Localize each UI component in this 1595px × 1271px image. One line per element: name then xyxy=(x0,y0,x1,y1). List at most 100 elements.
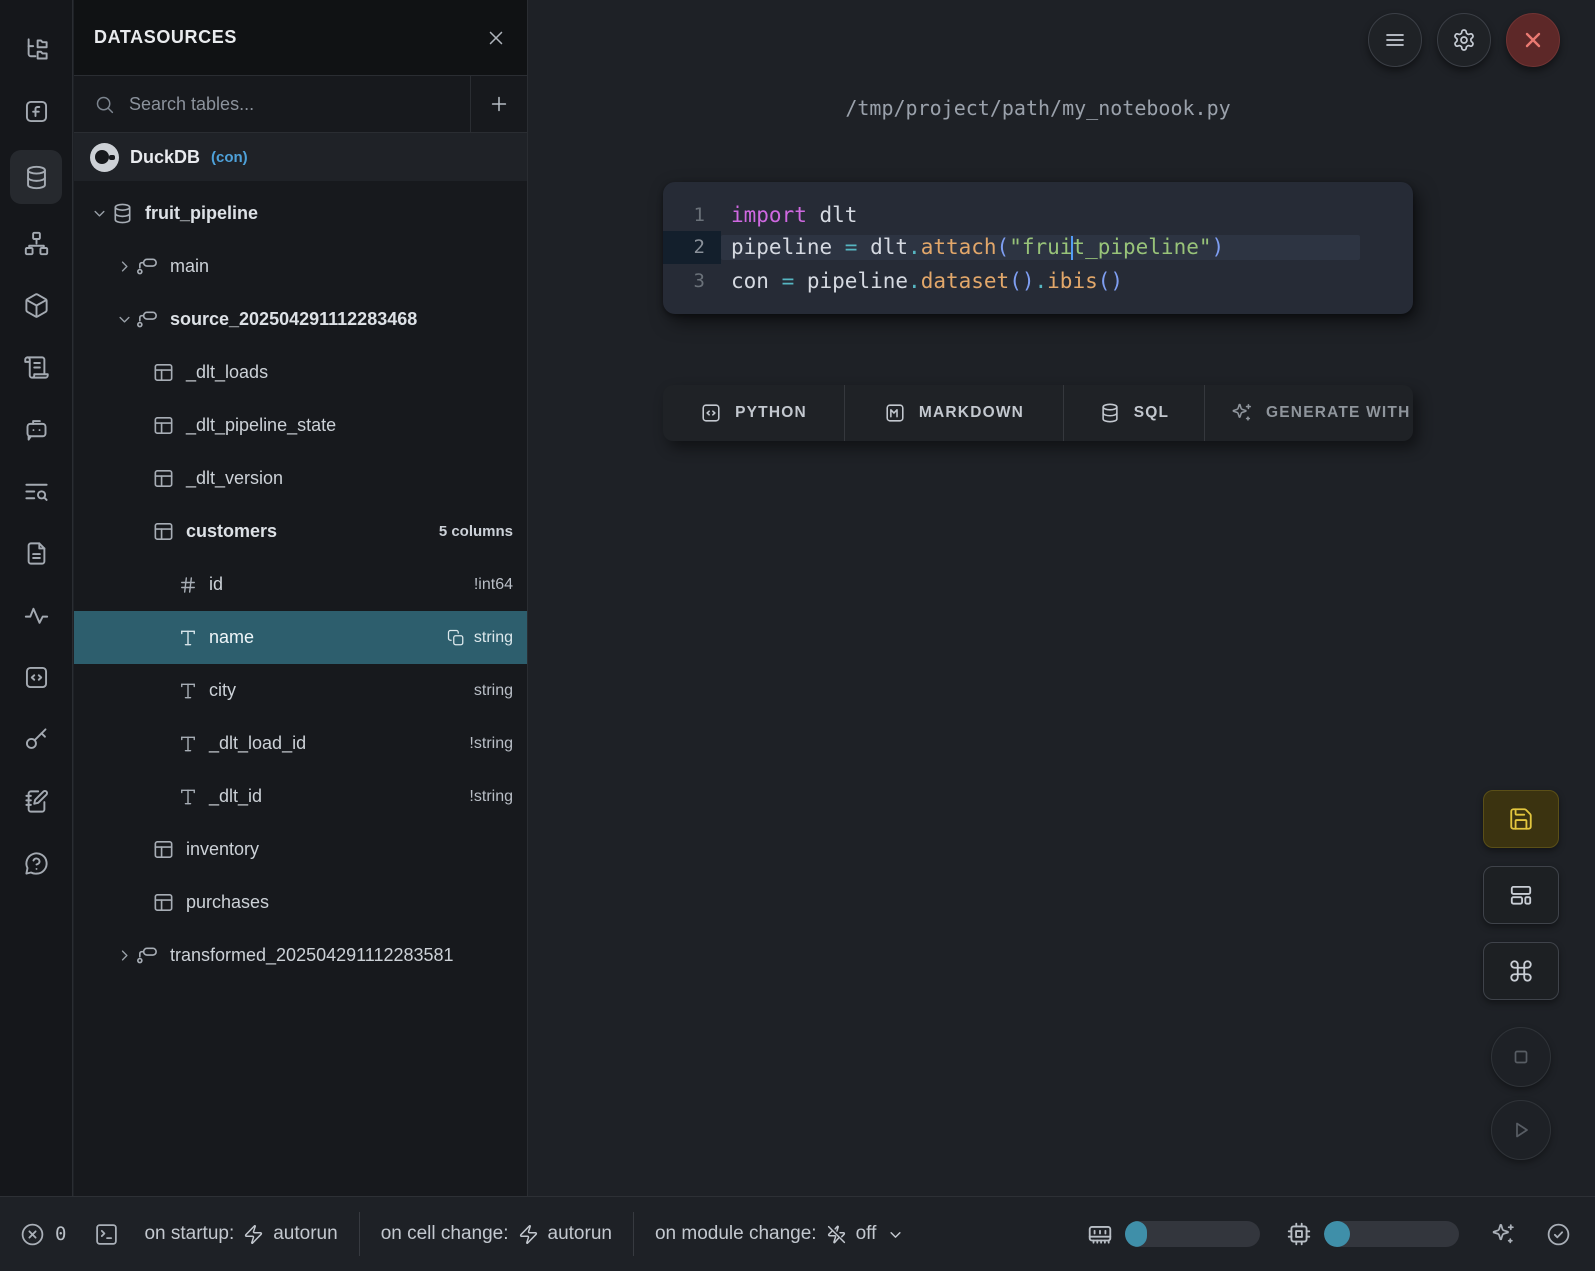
errors-indicator[interactable]: 0 xyxy=(20,1222,66,1247)
activity-item-function[interactable] xyxy=(10,88,62,134)
code-text[interactable]: pipeline = dlt.attach("fruit_pipeline") xyxy=(721,235,1360,260)
chevron-down-icon[interactable] xyxy=(112,310,136,329)
connection-status-button[interactable] xyxy=(1546,1222,1571,1247)
activity-item-network[interactable] xyxy=(10,220,62,266)
add-python-cell-label: PYTHON xyxy=(735,404,807,422)
chevron-right-icon[interactable] xyxy=(112,257,136,276)
activity-item-notebook-pen[interactable] xyxy=(10,778,62,824)
tree-row-_dlt_id[interactable]: _dlt_id !string xyxy=(74,770,527,823)
activity-item-file-tree[interactable] xyxy=(10,26,62,72)
connection-row[interactable]: DuckDB (con) xyxy=(74,133,527,181)
tree-meta: 5 columns xyxy=(439,523,527,540)
code-token: ibis xyxy=(1047,269,1098,293)
save-icon xyxy=(1508,806,1534,832)
activity-item-bot[interactable] xyxy=(10,406,62,452)
type-icon xyxy=(178,734,198,754)
tree-row-id[interactable]: id!int64 xyxy=(74,558,527,611)
tree-row-_dlt_load_id[interactable]: _dlt_load_id!string xyxy=(74,717,527,770)
tree-label: _dlt_loads xyxy=(186,362,268,383)
ai-assistant-button[interactable] xyxy=(1491,1222,1516,1247)
code-line-2[interactable]: 2pipeline = dlt.attach("fruit_pipeline") xyxy=(663,231,1413,264)
code-text[interactable]: con = pipeline.dataset().ibis() xyxy=(721,269,1360,293)
activity-item-activity[interactable] xyxy=(10,592,62,638)
on-startup-setting[interactable]: on startup:autorun xyxy=(144,1223,337,1245)
layout-button[interactable] xyxy=(1483,866,1559,924)
tree-row-source_202504291112283468[interactable]: source_202504291112283468 xyxy=(74,293,527,346)
tree-meta: string xyxy=(474,682,527,700)
on-module-change-setting[interactable]: on module change:off xyxy=(655,1223,906,1245)
code-line-1[interactable]: 1import dlt xyxy=(663,198,1413,231)
code-line-3[interactable]: 3con = pipeline.dataset().ibis() xyxy=(663,264,1413,297)
activity-item-box[interactable] xyxy=(10,282,62,328)
tree-row-_dlt_version[interactable]: _dlt_version xyxy=(74,452,527,505)
menu-icon xyxy=(1383,28,1407,52)
code-token: con xyxy=(731,269,782,293)
add-sql-cell-button[interactable]: SQL xyxy=(1063,385,1204,441)
settings-button[interactable] xyxy=(1437,13,1491,67)
copy-icon xyxy=(447,629,465,647)
tree-row-_dlt_loads[interactable]: _dlt_loads xyxy=(74,346,527,399)
menu-button[interactable] xyxy=(1368,13,1422,67)
schema-icon xyxy=(136,944,159,967)
file-tree-icon xyxy=(23,36,50,63)
code-token: . xyxy=(908,269,921,293)
search-input[interactable] xyxy=(129,94,470,115)
tree-meta: string xyxy=(447,629,527,647)
chevron-down-icon[interactable] xyxy=(87,204,111,223)
bot-icon xyxy=(23,416,50,443)
stop-button[interactable] xyxy=(1491,1027,1551,1087)
add-python-cell-button[interactable]: PYTHON xyxy=(663,385,844,441)
ram-usage xyxy=(1087,1221,1260,1247)
activity-item-file-text[interactable] xyxy=(10,530,62,576)
activity-item-log-search[interactable] xyxy=(10,468,62,514)
generate-with-ai-label: GENERATE WITH AI xyxy=(1266,404,1413,422)
code-token: pipeline xyxy=(794,269,908,293)
activity-item-scroll[interactable] xyxy=(10,344,62,390)
activity-item-code-square[interactable] xyxy=(10,654,62,700)
activity-item-help[interactable] xyxy=(10,840,62,886)
activity-item-key[interactable] xyxy=(10,716,62,762)
save-button[interactable] xyxy=(1483,790,1559,848)
on-cell-change-setting[interactable]: on cell change:autorun xyxy=(381,1223,612,1245)
play-icon xyxy=(1509,1118,1533,1142)
tree-row-name[interactable]: namestring xyxy=(74,611,527,664)
tree-row-_dlt_pipeline_state[interactable]: _dlt_pipeline_state xyxy=(74,399,527,452)
tree-label: inventory xyxy=(186,839,259,860)
zap-icon xyxy=(518,1224,539,1245)
tree-row-inventory[interactable]: inventory xyxy=(74,823,527,876)
tree-row-main[interactable]: main xyxy=(74,240,527,293)
code-text[interactable]: import dlt xyxy=(721,203,1360,227)
tree-row-city[interactable]: citystring xyxy=(74,664,527,717)
type-icon xyxy=(178,681,198,701)
shutdown-button[interactable] xyxy=(1506,13,1560,67)
tree-meta-text: !string xyxy=(469,788,513,806)
code-cell[interactable]: 1import dlt2pipeline = dlt.attach("fruit… xyxy=(663,182,1413,314)
command-palette-button[interactable] xyxy=(1483,942,1559,1000)
line-number: 1 xyxy=(663,204,721,226)
code-token: . xyxy=(1035,269,1048,293)
run-button[interactable] xyxy=(1491,1100,1551,1160)
code-token: ( xyxy=(997,235,1010,259)
tree-row-customers[interactable]: customers5 columns xyxy=(74,505,527,558)
code-square-icon xyxy=(700,402,722,424)
activity-icon xyxy=(23,602,50,629)
database-icon xyxy=(111,202,134,225)
code-token: pipeline xyxy=(731,235,845,259)
stop-icon xyxy=(1509,1045,1533,1069)
notebook-path[interactable]: /tmp/project/path/my_notebook.py xyxy=(663,96,1413,120)
add-datasource-button[interactable] xyxy=(470,76,527,132)
tree-label: _dlt_id xyxy=(209,786,262,807)
close-panel-icon[interactable] xyxy=(485,27,507,49)
table-icon xyxy=(152,414,175,437)
generate-with-ai-button[interactable]: GENERATE WITH AI xyxy=(1204,385,1413,441)
tree-row-purchases[interactable]: purchases xyxy=(74,876,527,929)
tree-row-fruit_pipeline[interactable]: fruit_pipeline xyxy=(74,187,527,240)
terminal-button[interactable] xyxy=(94,1222,119,1247)
line-number: 2 xyxy=(663,231,721,264)
chevron-right-icon[interactable] xyxy=(112,946,136,965)
tree-row-transformed_202504291112283581[interactable]: transformed_202504291112283581 xyxy=(74,929,527,982)
code-token: attach xyxy=(921,235,997,259)
add-markdown-cell-button[interactable]: MARKDOWN xyxy=(844,385,1063,441)
activity-item-database[interactable] xyxy=(10,150,62,204)
datasource-tree: fruit_pipelinemainsource_202504291112283… xyxy=(74,181,527,982)
